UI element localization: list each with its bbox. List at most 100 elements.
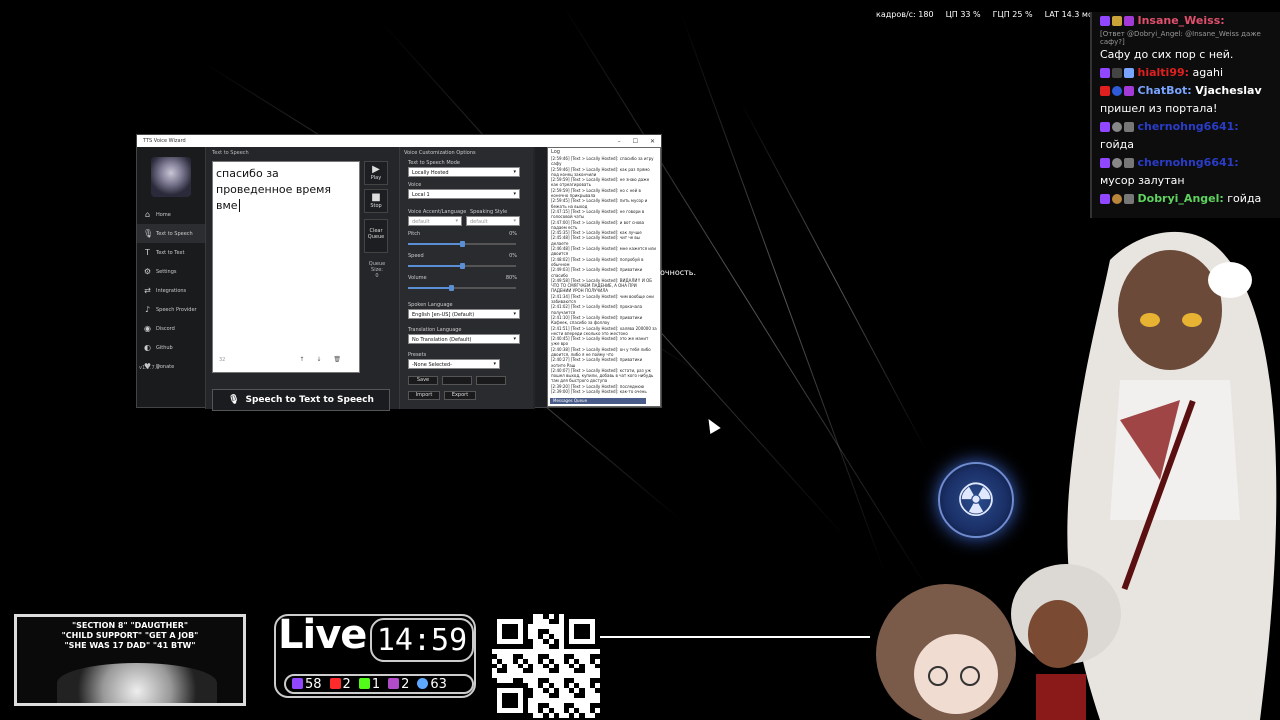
volume-slider[interactable] bbox=[408, 285, 516, 291]
queue-size: Queue Size: 0 bbox=[364, 261, 390, 279]
play-button[interactable]: ▶ Play bbox=[364, 161, 388, 185]
close-button[interactable]: ✕ bbox=[650, 138, 655, 145]
sidebar-item-settings[interactable]: ⚙ Settings bbox=[137, 262, 205, 281]
badge-icons bbox=[1100, 16, 1134, 26]
accent-select[interactable]: default ▾ bbox=[408, 216, 462, 226]
preset-action-button[interactable] bbox=[442, 376, 472, 385]
avatar-face bbox=[1118, 250, 1222, 370]
minimize-button[interactable]: – bbox=[618, 138, 621, 145]
log-label: Log bbox=[551, 149, 560, 155]
twitch-icon bbox=[292, 677, 303, 689]
sidebar-item-github[interactable]: ◐ Github bbox=[137, 338, 205, 357]
log-text[interactable]: [2:59:46] [Text > Locally Hosted]: спаси… bbox=[548, 156, 660, 394]
home-icon: ⌂ bbox=[144, 210, 151, 219]
avatar-flower bbox=[1208, 262, 1252, 298]
chat-message: chernohng6641: bbox=[1092, 118, 1280, 136]
tts-text-input[interactable]: спасибо за проведенное время вме 32 ↑ ↓ … bbox=[212, 161, 360, 373]
voice-select[interactable]: Local 1 ▾ bbox=[408, 189, 520, 199]
arrow-down-icon[interactable]: ↓ bbox=[316, 352, 321, 368]
gpu-stat: ГЦП 25 % bbox=[992, 10, 1033, 19]
chat-text: гойда bbox=[1100, 138, 1135, 151]
slider-knob[interactable] bbox=[460, 263, 465, 269]
clear-queue-button[interactable]: Clear Queue bbox=[364, 219, 388, 253]
sidebar-item-label: Settings bbox=[156, 268, 177, 275]
twitch-count: 58 bbox=[292, 677, 322, 692]
export-button[interactable]: Export bbox=[444, 391, 476, 400]
chevron-down-icon: ▾ bbox=[513, 191, 516, 197]
avatar-face bbox=[914, 634, 998, 714]
decorative-ribbon bbox=[600, 636, 870, 638]
latency-stat: LAT 14.3 мс bbox=[1044, 10, 1093, 19]
qr-code bbox=[492, 614, 600, 718]
sidebar-item-integrations[interactable]: ⇄ Integrations bbox=[137, 281, 205, 300]
vk-count: 2 bbox=[388, 677, 409, 692]
trash-icon[interactable]: 🗑 bbox=[333, 352, 341, 368]
pitch-slider[interactable] bbox=[408, 241, 516, 247]
stop-button[interactable]: ■ Stop bbox=[364, 189, 388, 213]
sidebar-item-text-to-speech[interactable]: 🎙 Text to Speech bbox=[137, 224, 205, 243]
discord-icon: ◉ bbox=[144, 324, 151, 333]
arrow-up-icon[interactable]: ↑ bbox=[299, 352, 304, 368]
log-panel: Log [2:59:46] [Text > Locally Hosted]: с… bbox=[547, 147, 661, 407]
sidebar-nav: ⌂ Home 🎙 Text to Speech T Text to Text ⚙ Set… bbox=[137, 205, 205, 376]
presets-label: Presets bbox=[408, 352, 427, 358]
section-label: Text to Speech bbox=[212, 150, 249, 156]
speed-slider[interactable] bbox=[408, 263, 516, 269]
fps-stat: кадров/с: 180 bbox=[876, 10, 934, 19]
speech-to-text-to-speech-button[interactable]: 🎙 Speech to Text to Speech bbox=[212, 389, 390, 411]
translation-language-select[interactable]: No Translation (Default) ▾ bbox=[408, 334, 520, 344]
tts-mode-label: Text to Speech Mode bbox=[408, 160, 460, 166]
title-bar[interactable]: TTS Voice Wizard – ☐ ✕ bbox=[137, 135, 661, 147]
cpu-stat: ЦП 33 % bbox=[945, 10, 981, 19]
light-streak bbox=[739, 100, 929, 454]
translation-language-label: Translation Language bbox=[408, 327, 462, 333]
maximize-button[interactable]: ☐ bbox=[633, 138, 638, 145]
volume-label: Volume bbox=[408, 275, 427, 281]
style-value: default bbox=[470, 219, 488, 225]
tts-mode-select[interactable]: Locally Hosted ▾ bbox=[408, 167, 520, 177]
messages-queue-bar[interactable]: Messages Queue bbox=[550, 398, 646, 404]
app-avatar bbox=[151, 157, 191, 197]
chevron-down-icon: ▾ bbox=[513, 336, 516, 342]
presets-value: -None Selected- bbox=[412, 362, 452, 368]
stop-label: Stop bbox=[370, 203, 382, 209]
sidebar-item-label: Github bbox=[156, 344, 173, 351]
sidebar-item-discord[interactable]: ◉ Discord bbox=[137, 319, 205, 338]
sidebar-item-home[interactable]: ⌂ Home bbox=[137, 205, 205, 224]
queue-size-label: Queue Size: bbox=[368, 261, 386, 273]
section-label: Voice Customization Options bbox=[404, 150, 476, 156]
save-preset-button[interactable]: Save bbox=[408, 376, 438, 385]
avatar-face bbox=[1028, 600, 1088, 668]
preset-action-button[interactable] bbox=[476, 376, 506, 385]
spoken-language-label: Spoken Language bbox=[408, 302, 453, 308]
accent-value: default bbox=[412, 219, 430, 225]
slider-fill bbox=[408, 287, 452, 289]
meme-line: "SECTION 8" "DAUGTHER" bbox=[71, 621, 189, 630]
overflow-text: очность. bbox=[660, 268, 697, 277]
badge-icons bbox=[1100, 122, 1134, 132]
window-title: TTS Voice Wizard bbox=[143, 138, 186, 144]
slider-knob[interactable] bbox=[460, 241, 465, 247]
avatar-eye bbox=[1182, 313, 1202, 327]
user-icon bbox=[417, 677, 429, 689]
sidebar-item-text-to-text[interactable]: T Text to Text bbox=[137, 243, 205, 262]
speed-value: 0% bbox=[509, 253, 517, 259]
speed-label: Speed bbox=[408, 253, 424, 259]
chat-text: Сафу до сих пор с ней. bbox=[1100, 48, 1234, 61]
sidebar-item-label: Text to Speech bbox=[156, 230, 193, 237]
slider-knob[interactable] bbox=[449, 285, 455, 291]
chat-username: chernohng6641: bbox=[1137, 156, 1239, 169]
presets-select[interactable]: -None Selected- ▾ bbox=[408, 359, 500, 369]
style-select[interactable]: default ▾ bbox=[466, 216, 520, 226]
sidebar-item-speech-provider[interactable]: ♪ Speech Provider bbox=[137, 300, 205, 319]
accent-label: Voice Accent/Language bbox=[408, 209, 467, 215]
import-label: Import bbox=[415, 392, 433, 398]
volume-value: 80% bbox=[505, 275, 517, 281]
tts-voice-wizard-window: TTS Voice Wizard – ☐ ✕ ⌂ Home 🎙 Text to Sp… bbox=[136, 134, 662, 411]
import-button[interactable]: Import bbox=[408, 391, 440, 400]
spoken-language-select[interactable]: English [en-US] (Default) ▾ bbox=[408, 309, 520, 319]
sidebar-item-label: Home bbox=[156, 211, 171, 218]
live-label: Live bbox=[278, 612, 367, 658]
avatar-eye bbox=[1140, 313, 1160, 327]
radiation-icon: ☢ bbox=[938, 462, 1014, 538]
